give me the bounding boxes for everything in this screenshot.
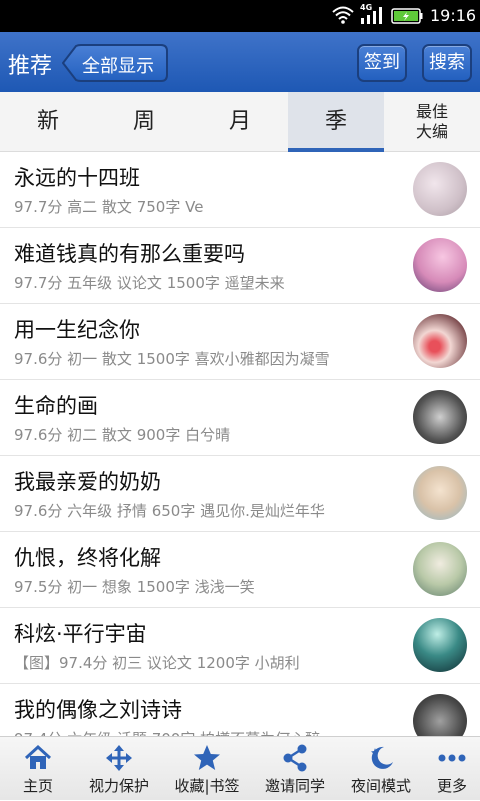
article-title: 科炫·平行宇宙 (14, 622, 147, 646)
article-meta: 97.6分 初一 散文 1500字 喜欢小雅都因为凝雪 (14, 350, 330, 368)
battery-icon (391, 8, 423, 24)
avatar (413, 542, 467, 596)
list-item[interactable]: 科炫·平行宇宙 【图】97.4分 初三 议论文 1200字 小胡利 (0, 608, 480, 684)
article-title: 我的偶像之刘诗诗 (14, 698, 182, 722)
nav-label: 更多 (436, 777, 467, 795)
article-meta: 97.7分 高二 散文 750字 Ve (14, 198, 204, 216)
nav-label: 邀请同学 (264, 777, 325, 795)
tab-new[interactable]: 新 (0, 92, 96, 152)
nav-label: 视力保护 (88, 777, 149, 795)
list-item[interactable]: 生命的画 97.6分 初二 散文 900字 白兮晴 (0, 380, 480, 456)
signin-button[interactable]: 签到 (357, 44, 407, 82)
tab-season[interactable]: 季 (288, 92, 384, 152)
avatar (413, 162, 467, 216)
search-button[interactable]: 搜索 (422, 44, 472, 82)
nav-night-mode[interactable]: 夜间模式 (338, 737, 424, 801)
tab-month[interactable]: 月 (192, 92, 288, 152)
eye-protect-icon (106, 745, 132, 771)
article-meta: 【图】97.4分 初三 议论文 1200字 小胡利 (14, 654, 300, 672)
article-title: 我最亲爱的奶奶 (14, 470, 161, 494)
period-tabs: 新 周 月 季 最佳 大编 (0, 92, 480, 152)
article-title: 用一生纪念你 (14, 318, 140, 342)
nav-more[interactable]: 更多 (424, 737, 480, 801)
avatar (413, 694, 467, 736)
article-title: 生命的画 (14, 394, 98, 418)
bottom-navigation: 主页 视力保护 收藏|书签 邀请同学 夜间模式 更多 (0, 736, 480, 800)
article-meta: 97.6分 六年级 抒情 650字 遇见你.是灿烂年华 (14, 502, 325, 520)
signal-icon (361, 7, 382, 24)
nav-home[interactable]: 主页 (0, 737, 76, 801)
avatar (413, 238, 467, 292)
avatar (413, 390, 467, 444)
avatar (413, 618, 467, 672)
nav-label: 主页 (22, 777, 53, 795)
show-all-button[interactable]: 全部显示 (62, 44, 168, 82)
list-item[interactable]: 难道钱真的有那么重要吗 97.7分 五年级 议论文 1500字 遥望未来 (0, 228, 480, 304)
nav-label: 夜间模式 (350, 777, 411, 795)
article-meta: 97.4分 六年级 话题 700字 柏樽不慕为何心醉 (14, 728, 320, 736)
status-bar: 4G 19:16 (0, 0, 480, 32)
show-all-label: 全部显示 (82, 56, 154, 77)
article-list: 永远的十四班 97.7分 高二 散文 750字 Ve 难道钱真的有那么重要吗 9… (0, 152, 480, 736)
tab-best-editor[interactable]: 最佳 大编 (384, 92, 480, 152)
article-title: 难道钱真的有那么重要吗 (14, 242, 245, 266)
nav-favorites[interactable]: 收藏|书签 (162, 737, 252, 801)
article-meta: 97.6分 初二 散文 900字 白兮晴 (14, 426, 231, 444)
article-title: 仇恨，终将化解 (14, 546, 161, 570)
tab-week[interactable]: 周 (96, 92, 192, 152)
nav-label: 收藏|书签 (174, 777, 240, 795)
nav-invite[interactable]: 邀请同学 (252, 737, 338, 801)
home-icon (24, 744, 52, 769)
avatar (413, 314, 467, 368)
nav-eye-protect[interactable]: 视力保护 (76, 737, 162, 801)
article-meta: 97.5分 初一 想象 1500字 浅浅一笑 (14, 578, 255, 596)
share-icon (283, 744, 307, 772)
list-item[interactable]: 我的偶像之刘诗诗 97.4分 六年级 话题 700字 柏樽不慕为何心醉 (0, 684, 480, 736)
list-item[interactable]: 仇恨，终将化解 97.5分 初一 想象 1500字 浅浅一笑 (0, 532, 480, 608)
clock: 19:16 (430, 6, 477, 25)
article-meta: 97.7分 五年级 议论文 1500字 遥望未来 (14, 274, 285, 292)
list-item[interactable]: 我最亲爱的奶奶 97.6分 六年级 抒情 650字 遇见你.是灿烂年华 (0, 456, 480, 532)
more-icon (438, 754, 466, 762)
list-item[interactable]: 用一生纪念你 97.6分 初一 散文 1500字 喜欢小雅都因为凝雪 (0, 304, 480, 380)
wifi-icon (332, 6, 354, 24)
article-title: 永远的十四班 (14, 166, 140, 190)
list-item[interactable]: 永远的十四班 97.7分 高二 散文 750字 Ve (0, 152, 480, 228)
moon-icon (371, 746, 393, 769)
star-icon (194, 745, 220, 770)
avatar (413, 466, 467, 520)
app-header: 推荐 全部显示 签到 搜索 (0, 32, 480, 92)
page-title: 推荐 (8, 54, 53, 79)
